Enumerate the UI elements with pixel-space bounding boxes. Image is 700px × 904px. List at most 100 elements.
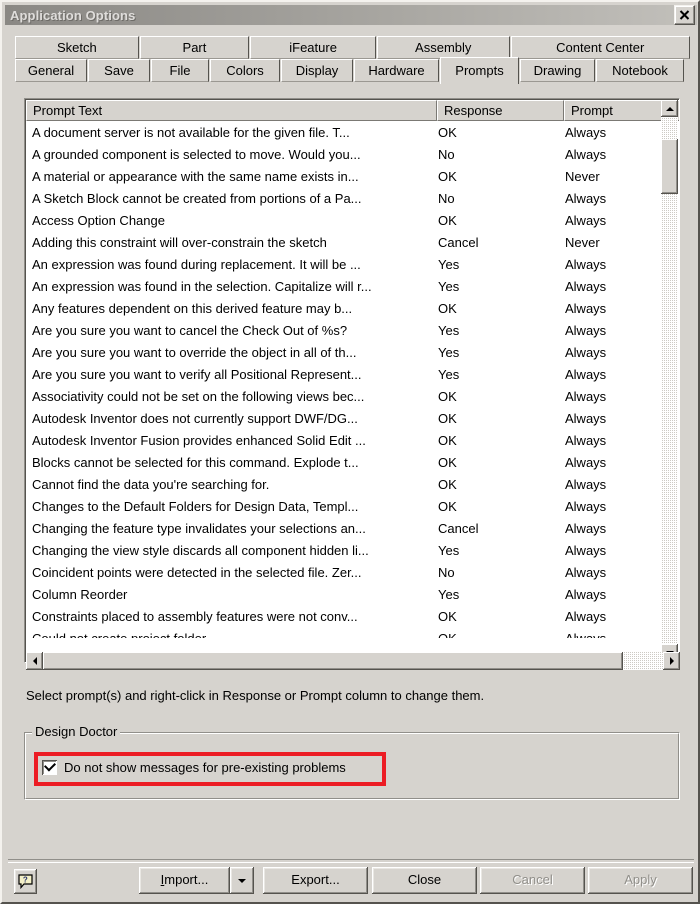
cell-prompt-text: Blocks cannot be selected for this comma… (32, 455, 359, 470)
table-row[interactable]: Are you sure you want to override the ob… (27, 342, 667, 364)
title-bar[interactable]: Application Options (5, 5, 697, 25)
cell-response: OK (438, 301, 457, 316)
column-header-response[interactable]: Response (437, 100, 564, 121)
cell-response: OK (438, 389, 457, 404)
vertical-scroll-thumb[interactable] (661, 139, 678, 194)
cell-response: Yes (438, 257, 460, 272)
table-row[interactable]: Access Option Change OK Always (27, 210, 667, 232)
cell-prompt-text: Are you sure you want to override the ob… (32, 345, 357, 360)
table-row[interactable]: Column Reorder Yes Always (27, 584, 667, 606)
cell-prompt-text: Constraints placed to assembly features … (32, 609, 358, 624)
tab-general[interactable]: General (15, 59, 87, 82)
cell-prompt: Always (565, 367, 607, 382)
cell-response: No (438, 191, 455, 206)
tab-hardware[interactable]: Hardware (354, 59, 439, 82)
export-button[interactable]: Export... (263, 867, 368, 894)
pre-existing-problems-checkbox[interactable] (42, 759, 57, 775)
table-row[interactable]: Any features dependent on this derived f… (27, 298, 667, 320)
cell-prompt: Always (565, 389, 607, 404)
cell-response: OK (438, 433, 457, 448)
cell-prompt: Never (565, 235, 600, 250)
table-row[interactable]: A Sketch Block cannot be created from po… (27, 188, 667, 210)
table-row[interactable]: Autodesk Inventor does not currently sup… (27, 408, 667, 430)
hint-text: Select prompt(s) and right-click in Resp… (26, 688, 485, 703)
tab-ifeature[interactable]: iFeature (250, 36, 376, 59)
tab-content-center[interactable]: Content Center (510, 36, 690, 59)
cell-response: Yes (438, 345, 460, 360)
chevron-up-icon (665, 106, 674, 111)
cell-prompt-text: Coincident points were detected in the s… (32, 565, 362, 580)
table-row[interactable]: A material or appearance with the same n… (27, 166, 667, 188)
import-button[interactable]: Import... (139, 867, 230, 894)
application-options-dialog: Application Options Sketch Part iFeature As… (0, 0, 700, 904)
vertical-scroll-track[interactable] (661, 117, 678, 644)
table-row[interactable]: Cannot find the data you're searching fo… (27, 474, 667, 496)
cell-prompt-text: Changing the feature type invalidates yo… (32, 521, 366, 536)
horizontal-scrollbar[interactable] (26, 652, 680, 670)
table-row[interactable]: Constraints placed to assembly features … (27, 606, 667, 628)
table-row[interactable]: Associativity could not be set on the fo… (27, 386, 667, 408)
table-row[interactable]: Blocks cannot be selected for this comma… (27, 452, 667, 474)
table-row[interactable]: An expression was found in the selection… (27, 276, 667, 298)
close-icon[interactable] (674, 5, 695, 25)
table-row[interactable]: Changes to the Default Folders for Desig… (27, 496, 667, 518)
column-header-prompt-text[interactable]: Prompt Text (26, 100, 437, 121)
cell-prompt: Never (565, 169, 600, 184)
table-row[interactable]: An expression was found during replaceme… (27, 254, 667, 276)
vertical-scrollbar[interactable] (661, 100, 678, 661)
tab-file[interactable]: File (151, 59, 209, 82)
svg-text:?: ? (23, 875, 28, 884)
cancel-button: Cancel (480, 867, 585, 894)
table-row[interactable]: Are you sure you want to cancel the Chec… (27, 320, 667, 342)
table-row[interactable]: A grounded component is selected to move… (27, 144, 667, 166)
cell-response: OK (438, 499, 457, 514)
cell-prompt: Always (565, 565, 607, 580)
table-row[interactable]: Could not create project folder.OKAlways (27, 628, 667, 638)
table-row[interactable]: Coincident points were detected in the s… (27, 562, 667, 584)
tab-notebook[interactable]: Notebook (596, 59, 684, 82)
prompts-list[interactable]: Prompt Text Response Prompt A document ser… (24, 98, 680, 663)
table-row[interactable]: Changing the view style discards all com… (27, 540, 667, 562)
cell-prompt: Always (565, 323, 607, 338)
cell-prompt-text: Any features dependent on this derived f… (32, 301, 353, 316)
help-button[interactable]: ? (14, 869, 37, 894)
tab-colors[interactable]: Colors (210, 59, 280, 82)
horizontal-scroll-thumb[interactable] (43, 652, 623, 670)
table-row[interactable]: Changing the feature type invalidates yo… (27, 518, 667, 540)
scroll-right-button[interactable] (663, 652, 680, 670)
tab-drawing[interactable]: Drawing (520, 59, 595, 82)
table-row[interactable]: A document server is not available for t… (27, 122, 667, 144)
close-button[interactable]: Close (372, 867, 477, 894)
cell-response: Cancel (438, 235, 479, 250)
cell-prompt: Always (565, 477, 607, 492)
cell-prompt: Always (565, 213, 607, 228)
cell-prompt: Always (565, 125, 607, 140)
cell-prompt-text: An expression was found in the selection… (32, 279, 372, 294)
cell-response: Yes (438, 367, 460, 382)
table-row[interactable]: Are you sure you want to verify all Posi… (27, 364, 667, 386)
tab-assembly[interactable]: Assembly (376, 36, 510, 59)
cell-prompt-text: An expression was found during replaceme… (32, 257, 361, 272)
import-dropdown-button[interactable] (230, 867, 254, 894)
scroll-up-button[interactable] (661, 100, 678, 117)
cell-prompt-text: Adding this constraint will over-constra… (32, 235, 327, 250)
cell-prompt-text: Associativity could not be set on the fo… (32, 389, 365, 404)
cell-prompt-text: Changing the view style discards all com… (32, 543, 369, 558)
cell-response: No (438, 147, 455, 162)
cell-prompt: Always (565, 147, 607, 162)
pre-existing-problems-checkbox-row[interactable]: Do not show messages for pre-existing pr… (42, 759, 346, 775)
tab-part[interactable]: Part (139, 36, 250, 59)
tab-display[interactable]: Display (281, 59, 353, 82)
import-label-rest: mport... (164, 872, 209, 887)
cell-response: OK (438, 125, 457, 140)
scroll-left-button[interactable] (26, 652, 43, 670)
list-rows[interactable]: A document server is not available for t… (27, 122, 667, 638)
cell-prompt-text: A document server is not available for t… (32, 125, 350, 140)
check-icon (43, 759, 57, 772)
table-row[interactable]: Autodesk Inventor Fusion provides enhanc… (27, 430, 667, 452)
cell-prompt: Always (565, 433, 607, 448)
tab-prompts[interactable]: Prompts (440, 57, 519, 84)
tab-sketch[interactable]: Sketch (15, 36, 139, 59)
tab-save[interactable]: Save (88, 59, 150, 82)
table-row[interactable]: Adding this constraint will over-constra… (27, 232, 667, 254)
